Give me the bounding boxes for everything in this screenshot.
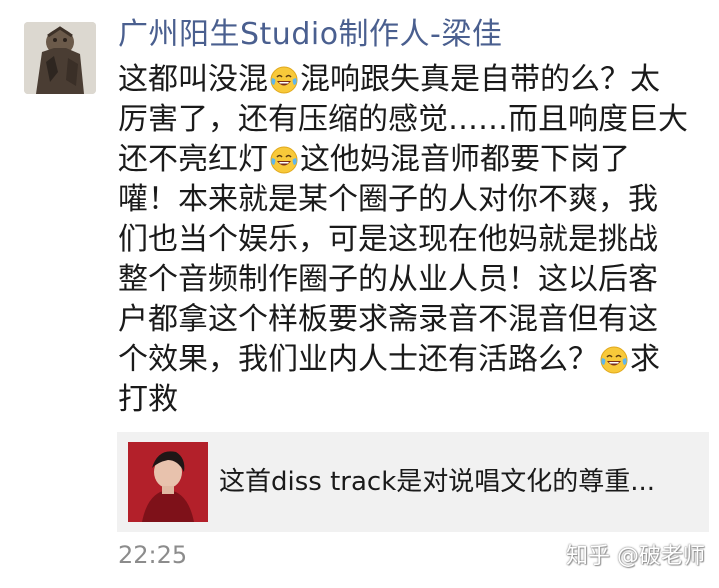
post-time: 22:25 <box>118 541 188 569</box>
message-line: 这都叫没混 混响跟失真是自带的么？太 <box>118 60 704 100</box>
message-text-segment: 们也当个娱乐，可是这现在他妈就是挑战 <box>118 222 658 257</box>
message-text-segment: 嚾！本来就是某个圈子的人对你不爽，我 <box>118 182 658 217</box>
message-line: 整个音频制作圈子的从业人员！这以后客 <box>118 260 704 300</box>
message-line: 嚾！本来就是某个圈子的人对你不爽，我 <box>118 180 704 220</box>
message-text-segment: 这他妈混音师都要下岗了 <box>300 142 630 177</box>
message-text-segment: 户都拿这个样板要求斋录音不混音但有这 <box>118 302 658 337</box>
laughing-tears-emoji-icon <box>599 345 629 375</box>
avatar[interactable] <box>24 22 96 94</box>
link-thumbnail <box>128 442 208 522</box>
laughing-tears-emoji-icon <box>269 65 299 95</box>
moments-post: 广州阳生Studio制作人-梁佳 这都叫没混 混响跟失真是自带的么？太 厉害了，还有… <box>0 0 719 588</box>
watermark: 知乎 @破老师 <box>566 544 705 569</box>
link-thumbnail-image <box>128 442 208 522</box>
message-text-segment: 整个音频制作圈子的从业人员！这以后客 <box>118 262 658 297</box>
message-line: 还不亮红灯 这他妈混音师都要下岗了 <box>118 140 704 180</box>
laughing-tears-emoji-icon <box>269 145 299 175</box>
message-text-segment: 厉害了，还有压缩的感觉……而且响度巨大 <box>118 102 688 137</box>
avatar-image <box>24 22 96 94</box>
message-line: 户都拿这个样板要求斋录音不混音但有这 <box>118 300 704 340</box>
shared-link-card[interactable]: 这首diss track是对说唱文化的尊重... <box>117 432 709 532</box>
link-title[interactable]: 这首diss track是对说唱文化的尊重... <box>219 462 655 502</box>
message-line: 们也当个娱乐，可是这现在他妈就是挑战 <box>118 220 704 260</box>
message-text-segment: 打救 <box>118 382 178 417</box>
author-name[interactable]: 广州阳生Studio制作人-梁佳 <box>118 13 502 57</box>
message-text-segment: 个效果，我们业内人士还有活路么？ <box>118 342 598 377</box>
message-text-segment: 混响跟失真是自带的么？太 <box>300 62 660 97</box>
message-text-segment: 这都叫没混 <box>118 62 268 97</box>
message-text-segment: 还不亮红灯 <box>118 142 268 177</box>
message-line: 打救 <box>118 380 704 420</box>
message-text-segment: 求 <box>630 342 660 377</box>
message-line: 个效果，我们业内人士还有活路么？ 求 <box>118 340 704 380</box>
message-line: 厉害了，还有压缩的感觉……而且响度巨大 <box>118 100 704 140</box>
message-text: 这都叫没混 混响跟失真是自带的么？太 厉害了，还有压缩的感觉……而且响度巨大 还不亮红… <box>118 60 704 420</box>
